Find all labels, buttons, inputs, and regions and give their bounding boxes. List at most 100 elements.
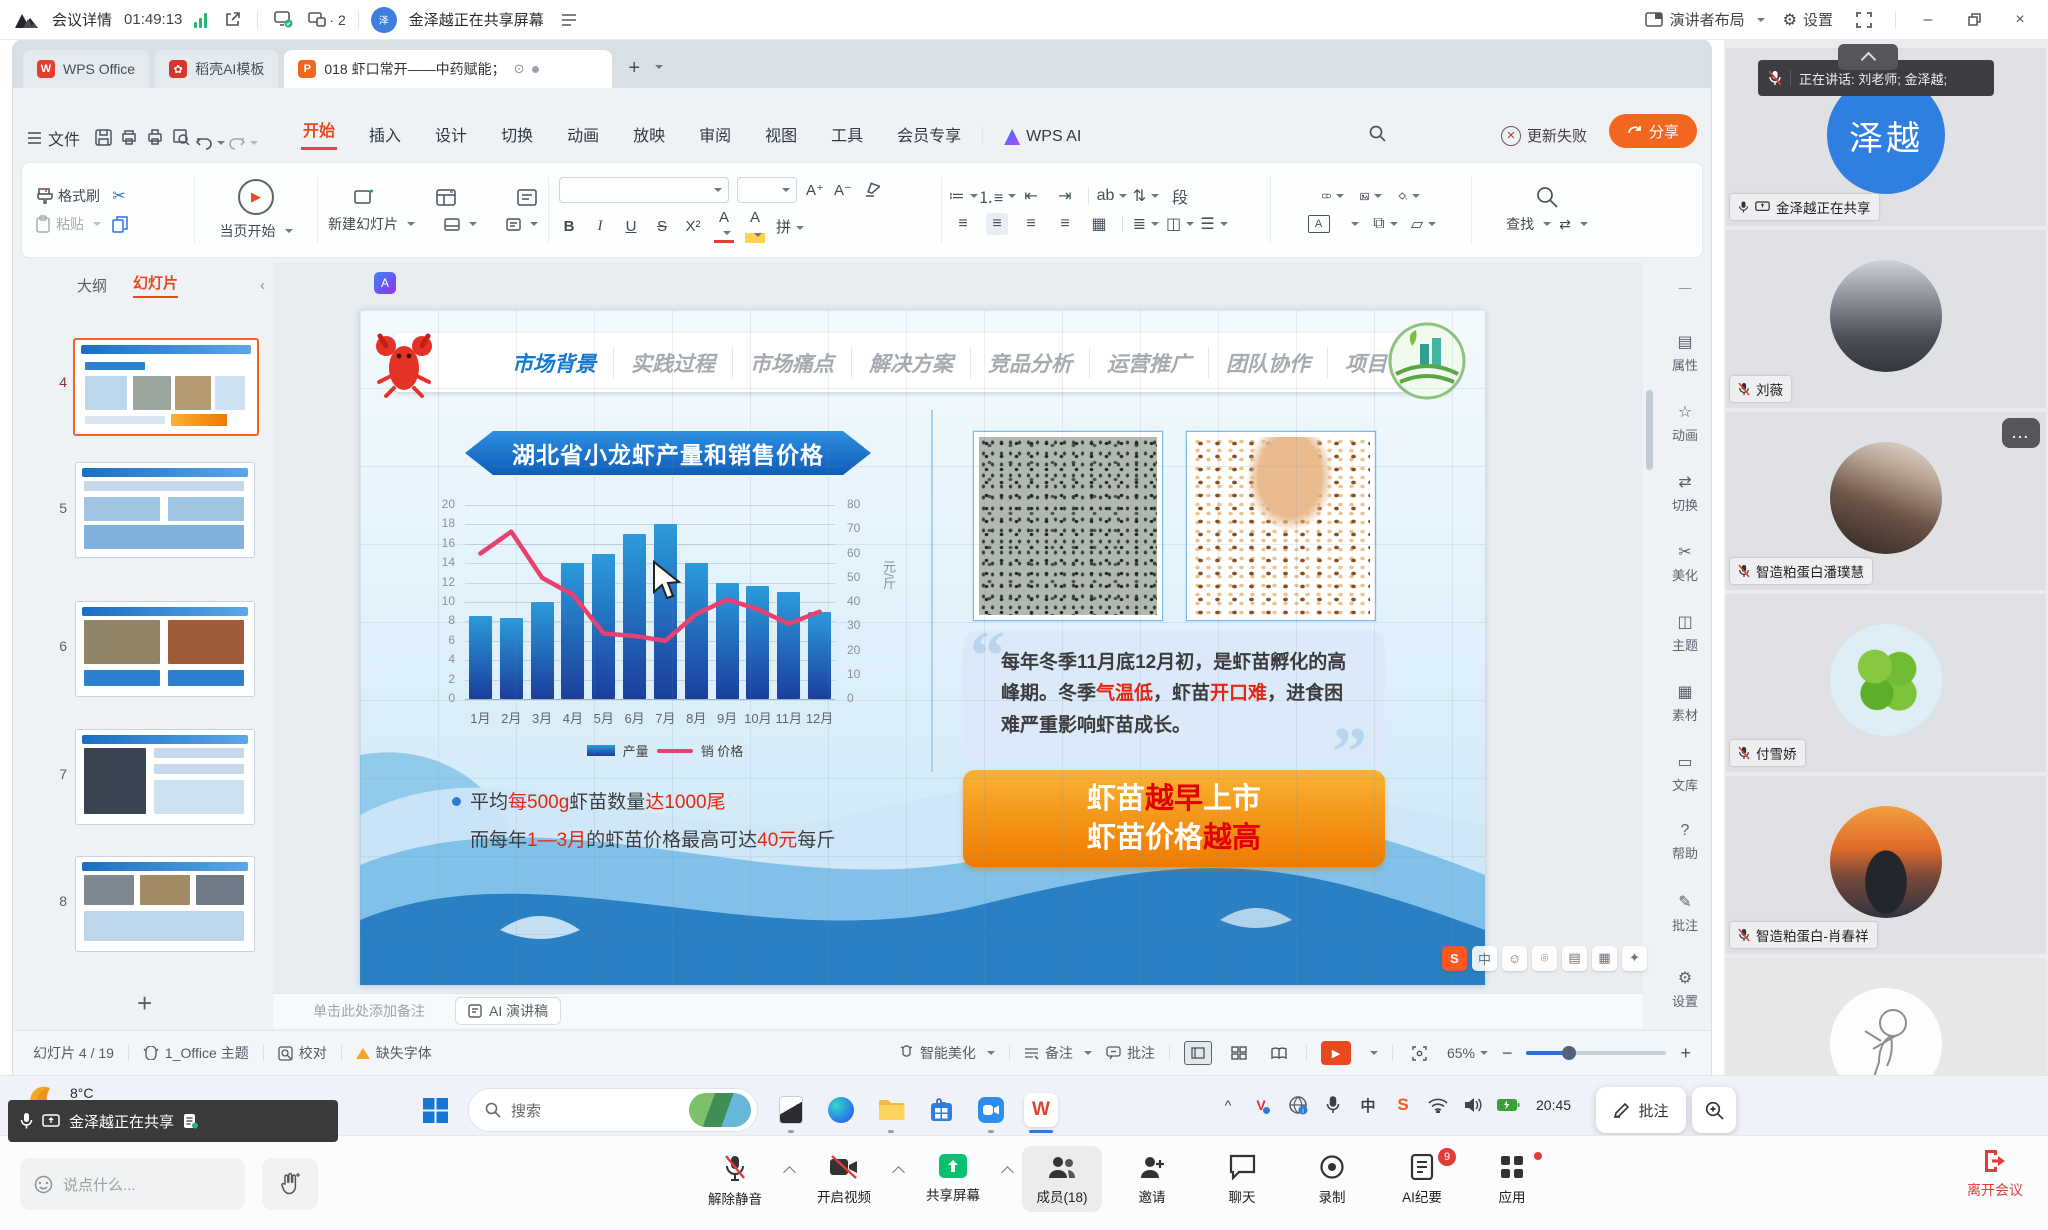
share-screen-button[interactable]: 共享屏幕: [913, 1146, 993, 1210]
network-info-tray-icon[interactable]: i: [1285, 1092, 1311, 1118]
format-painter-button[interactable]: 格式刷: [36, 186, 100, 206]
toolbox-icon[interactable]: ✦: [1622, 946, 1647, 971]
ai-speech-button[interactable]: AI 演讲稿: [455, 997, 561, 1025]
grid-view-button[interactable]: [1226, 1042, 1252, 1064]
battery-icon[interactable]: [1495, 1092, 1521, 1118]
invite-button[interactable]: 邀请: [1112, 1146, 1192, 1212]
rail-properties[interactable]: ▤属性: [1659, 332, 1711, 374]
normal-view-button[interactable]: [1184, 1041, 1212, 1065]
distribute-icon[interactable]: ▦: [1088, 213, 1110, 235]
insert-shape-icon[interactable]: [1322, 185, 1344, 207]
editing-canvas[interactable]: A 市场背景 实践过程 市场痛点 解决方案 竞品分析 运营推广 团队协作 项目价: [273, 262, 1643, 993]
font-color-button[interactable]: A: [714, 210, 734, 243]
rail-help[interactable]: ?帮助: [1659, 822, 1711, 862]
rail-assets[interactable]: ▦素材: [1659, 682, 1711, 724]
zoom-in-button[interactable]: +: [1680, 1043, 1691, 1064]
participant-tile[interactable]: 智造粕蛋白潘璞慧: [1726, 412, 2046, 590]
panel-collapse-up-button[interactable]: [1838, 44, 1898, 70]
slide-thumbnail-4[interactable]: [73, 338, 259, 436]
proofing-button[interactable]: 校对: [278, 1043, 327, 1063]
add-slide-button[interactable]: +: [137, 988, 152, 1019]
rail-animation[interactable]: ☆动画: [1659, 402, 1711, 444]
smart-beautify-button[interactable]: 智能美化: [899, 1043, 995, 1063]
start-button[interactable]: [418, 1093, 452, 1127]
menu-slideshow[interactable]: 放映: [631, 118, 667, 150]
chinese-mode-icon[interactable]: 中: [1472, 946, 1497, 971]
menu-design[interactable]: 设计: [433, 118, 469, 150]
unmute-button[interactable]: 解除静音: [695, 1146, 775, 1214]
wifi-icon[interactable]: [1425, 1092, 1451, 1118]
taskbar-search[interactable]: 搜索: [468, 1088, 758, 1132]
device-status-icon[interactable]: [270, 7, 296, 33]
align-left-icon[interactable]: ≡: [952, 213, 974, 235]
settings-button[interactable]: ⚙设置: [1783, 9, 1833, 30]
start-video-button[interactable]: 开启视频: [804, 1146, 884, 1212]
menu-insert[interactable]: 插入: [367, 118, 403, 150]
text-box-icon[interactable]: A: [1308, 215, 1330, 233]
menu-animation[interactable]: 动画: [565, 118, 601, 150]
columns-icon[interactable]: ◫: [1169, 213, 1191, 235]
sogou-tray-icon[interactable]: S: [1390, 1092, 1416, 1118]
notes-placeholder[interactable]: 单击此处添加备注: [313, 1001, 425, 1021]
bullet-list-icon[interactable]: ≔: [952, 185, 974, 207]
restore-button[interactable]: [1960, 6, 1988, 34]
taskbar-clock[interactable]: 20:45: [1536, 1097, 1571, 1113]
video-options-chevron[interactable]: [892, 1166, 905, 1179]
chat-input[interactable]: 说点什么...: [20, 1158, 245, 1210]
align-right-icon[interactable]: ≡: [1020, 213, 1042, 235]
members-button[interactable]: 成员(18): [1022, 1146, 1102, 1212]
mic-options-chevron[interactable]: [783, 1166, 796, 1179]
fullscreen-icon[interactable]: [1851, 7, 1877, 33]
find-button[interactable]: 查找: [1506, 214, 1551, 234]
play-from-current-icon[interactable]: ▶: [238, 179, 274, 215]
new-slide-button[interactable]: 新建幻灯片: [328, 214, 415, 234]
tile-more-button[interactable]: ...: [2002, 418, 2040, 448]
hidden-icons-chevron[interactable]: ^: [1215, 1092, 1241, 1118]
menu-review[interactable]: 审阅: [697, 118, 733, 150]
cut-icon[interactable]: ✂: [108, 185, 130, 207]
slide-thumbnail-7[interactable]: [75, 729, 255, 825]
new-tab-button[interactable]: +: [628, 57, 640, 80]
clear-format-icon[interactable]: [861, 179, 883, 201]
outline-view-icon[interactable]: [516, 186, 538, 208]
tab-outline[interactable]: 大纲: [77, 275, 107, 296]
notes-toggle-button[interactable]: 备注: [1024, 1043, 1092, 1063]
replace-button[interactable]: ⇄: [1559, 216, 1588, 233]
play-from-current-button[interactable]: 当页开始: [220, 221, 293, 241]
tab-document-active[interactable]: P 018 虾口常开——中药赋能； ⊙: [284, 50, 612, 88]
paste-button[interactable]: 粘贴: [36, 214, 101, 234]
increase-font-icon[interactable]: A⁺: [805, 181, 825, 199]
voice-input-icon[interactable]: ⌾: [1532, 946, 1557, 971]
screens-count-icon[interactable]: · 2: [308, 7, 345, 33]
strikethrough-button[interactable]: S: [652, 218, 672, 235]
align-center-icon[interactable]: ≡: [986, 213, 1008, 235]
rail-settings[interactable]: ⚙设置: [1659, 968, 1711, 1010]
wps-taskbar-icon[interactable]: W: [1024, 1093, 1058, 1127]
redo-button[interactable]: [229, 136, 258, 150]
open-external-icon[interactable]: [219, 7, 245, 33]
slide-thumbnail-5[interactable]: [75, 462, 255, 558]
print-preview-icon[interactable]: [168, 124, 194, 150]
tab-list-caret[interactable]: [650, 63, 663, 88]
bold-button[interactable]: B: [559, 218, 579, 235]
chat-button[interactable]: 聊天: [1202, 1146, 1282, 1212]
wps-cloud-tray-icon[interactable]: V: [1250, 1092, 1276, 1118]
input-method-icon[interactable]: 中: [1355, 1092, 1381, 1118]
line-spacing-icon[interactable]: ≣: [1135, 213, 1157, 235]
emoji-picker-icon[interactable]: ☺: [1502, 946, 1527, 971]
magnifier-button[interactable]: [1692, 1087, 1736, 1133]
slide-thumbnail-6[interactable]: [75, 601, 255, 697]
menu-view[interactable]: 视图: [763, 118, 799, 150]
search-highlight-image[interactable]: [689, 1093, 751, 1127]
layout-dropdown[interactable]: [444, 218, 477, 231]
decrease-font-icon[interactable]: A⁻: [833, 181, 853, 199]
update-failed-status[interactable]: ✕ 更新失败: [1501, 125, 1587, 146]
rail-theme[interactable]: ◫主题: [1659, 612, 1711, 654]
paragraph-settings-icon[interactable]: ☰: [1203, 213, 1225, 235]
volume-icon[interactable]: [1460, 1092, 1486, 1118]
slide-thumbnail-8[interactable]: [75, 856, 255, 952]
theme-button[interactable]: 1_Office 主题: [143, 1043, 249, 1063]
sogou-logo-icon[interactable]: S: [1442, 946, 1467, 971]
zoom-out-button[interactable]: −: [1502, 1043, 1513, 1064]
close-button[interactable]: ×: [2006, 6, 2034, 34]
